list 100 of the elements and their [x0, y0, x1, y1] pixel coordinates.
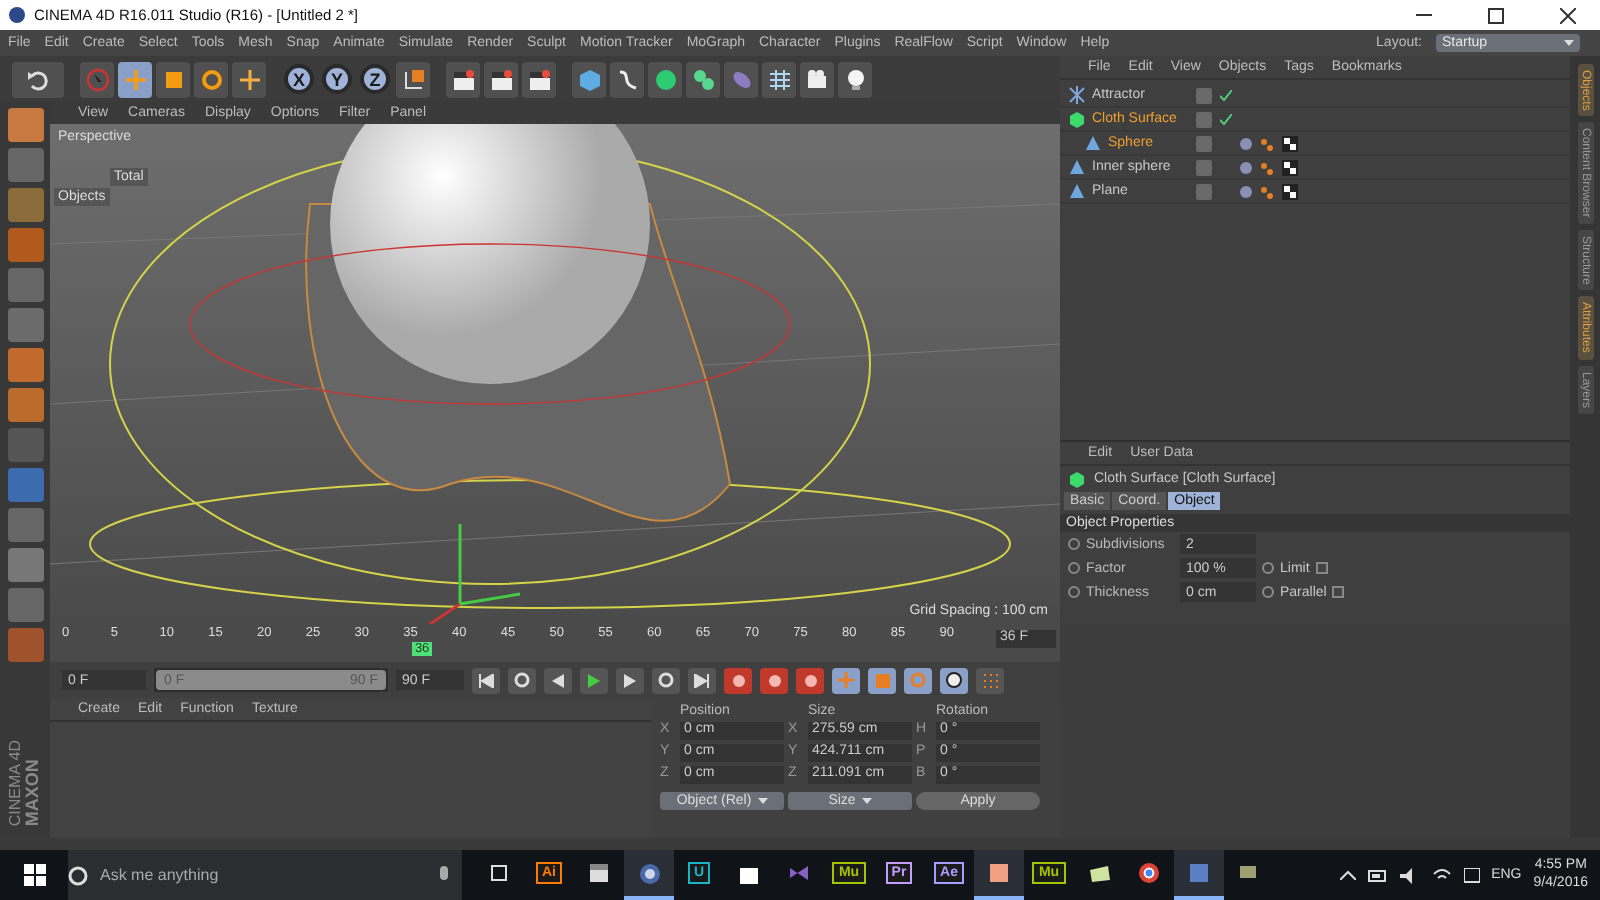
play-icon — [586, 673, 602, 687]
auto-key-button[interactable] — [760, 667, 788, 693]
attractor-icon — [1068, 86, 1086, 104]
floor-icon — [767, 67, 791, 91]
battery-icon — [1367, 869, 1388, 881]
keyframe-selection-button[interactable] — [796, 667, 824, 693]
rotate-icon — [199, 67, 223, 91]
search-field[interactable]: Ask me anything — [68, 850, 462, 900]
animate-dot-icon[interactable] — [1068, 586, 1080, 598]
cube-icon — [577, 67, 601, 91]
move-icon — [838, 672, 854, 688]
loop-icon — [514, 672, 530, 688]
light-bulb-icon — [843, 67, 867, 91]
axis-toggle[interactable]: X — [284, 64, 314, 94]
close-icon — [1560, 7, 1576, 23]
tool-icon[interactable] — [7, 348, 43, 382]
clapper-icon — [588, 862, 610, 884]
taskbar-app[interactable] — [974, 850, 1024, 900]
wifi-icon — [1431, 867, 1452, 883]
animate-dot-icon[interactable] — [1262, 562, 1274, 574]
loop-button[interactable] — [652, 667, 680, 693]
tool-icon[interactable] — [7, 108, 43, 142]
checkbox[interactable] — [1315, 562, 1328, 574]
toolbar-button[interactable] — [762, 61, 796, 97]
circle-icon — [946, 672, 962, 688]
caret-icon — [757, 798, 768, 804]
toolbar-button[interactable] — [648, 61, 682, 97]
maximize-icon — [1488, 7, 1504, 23]
clapper-icon — [451, 67, 475, 91]
taskbar-app[interactable] — [624, 850, 674, 900]
computer-icon — [1237, 863, 1261, 883]
browser-icon — [1138, 862, 1160, 884]
toolbar-button[interactable] — [118, 61, 152, 97]
dot-grid-icon — [982, 672, 998, 688]
next-key-button[interactable] — [616, 667, 644, 693]
clapper-icon — [527, 67, 551, 91]
toolbar-button[interactable] — [194, 61, 228, 97]
animate-dot-icon[interactable] — [1262, 586, 1274, 598]
app-logo-icon — [8, 6, 26, 24]
toolbar-button[interactable] — [838, 61, 872, 97]
loop-icon — [658, 672, 674, 688]
go-to-end-button[interactable] — [688, 667, 716, 693]
parameter-key-button[interactable] — [940, 667, 968, 693]
windows-logo-icon — [23, 864, 45, 886]
point-level-button[interactable] — [976, 667, 1004, 693]
subdivision-icon — [653, 67, 677, 91]
toolbar-button[interactable] — [610, 61, 644, 97]
cloner-icon — [691, 67, 715, 91]
tool-icon[interactable] — [7, 388, 43, 422]
rotation-key-button[interactable] — [904, 667, 932, 693]
record-icon — [803, 673, 817, 687]
caret-icon — [1564, 40, 1574, 46]
tool-icon[interactable] — [7, 228, 43, 262]
toolbar-button[interactable] — [12, 61, 64, 97]
axis-toggle[interactable]: Y — [322, 64, 352, 94]
play-button[interactable] — [580, 667, 608, 693]
pointer-icon — [85, 67, 109, 91]
animate-dot-icon[interactable] — [1068, 538, 1080, 550]
toolbar-button[interactable] — [156, 61, 190, 97]
scale-key-button[interactable] — [868, 667, 896, 693]
clapper-icon — [489, 67, 513, 91]
rotate-icon — [910, 672, 926, 688]
cloth-icon — [1068, 470, 1086, 488]
record-icon — [767, 673, 781, 687]
undo-icon — [26, 67, 50, 91]
taskbar-app[interactable] — [1174, 850, 1224, 900]
sphere-logo-icon — [637, 861, 661, 885]
notification-icon — [1463, 867, 1480, 883]
circle-icon — [68, 865, 88, 885]
toolbar-button[interactable] — [396, 61, 430, 97]
skip-forward-icon — [694, 673, 710, 687]
minimize-icon — [1416, 13, 1432, 17]
toolbar-button[interactable] — [572, 61, 606, 97]
axis-icon — [401, 67, 425, 91]
toolbar-button[interactable] — [232, 61, 266, 97]
infinity-icon — [788, 862, 810, 884]
toolbar-button[interactable] — [446, 61, 480, 97]
animate-dot-icon[interactable] — [1068, 562, 1080, 574]
chevron-up-icon — [1339, 870, 1356, 880]
record-key-button[interactable] — [724, 667, 752, 693]
pen-icon — [615, 67, 639, 91]
camera-icon — [805, 67, 829, 91]
go-to-start-button[interactable] — [472, 667, 500, 693]
cloth-icon — [1068, 110, 1086, 128]
record-icon — [731, 673, 745, 687]
shopping-bag-icon — [738, 862, 760, 884]
tool-icon[interactable] — [7, 548, 43, 582]
toolbar-button[interactable] — [484, 61, 518, 97]
previous-key-button[interactable] — [544, 667, 572, 693]
checkbox[interactable] — [1332, 586, 1345, 598]
notes-icon — [1087, 863, 1111, 883]
step-back-icon — [550, 673, 566, 687]
loop-button[interactable] — [508, 667, 536, 693]
axis-toggle[interactable]: Z — [360, 64, 390, 94]
toolbar-button[interactable] — [800, 61, 834, 97]
toolbar-button[interactable] — [686, 61, 720, 97]
task-view-icon — [488, 864, 510, 882]
toolbar-button[interactable] — [522, 61, 556, 97]
caret-icon — [861, 798, 872, 804]
position-key-button[interactable] — [832, 667, 860, 693]
